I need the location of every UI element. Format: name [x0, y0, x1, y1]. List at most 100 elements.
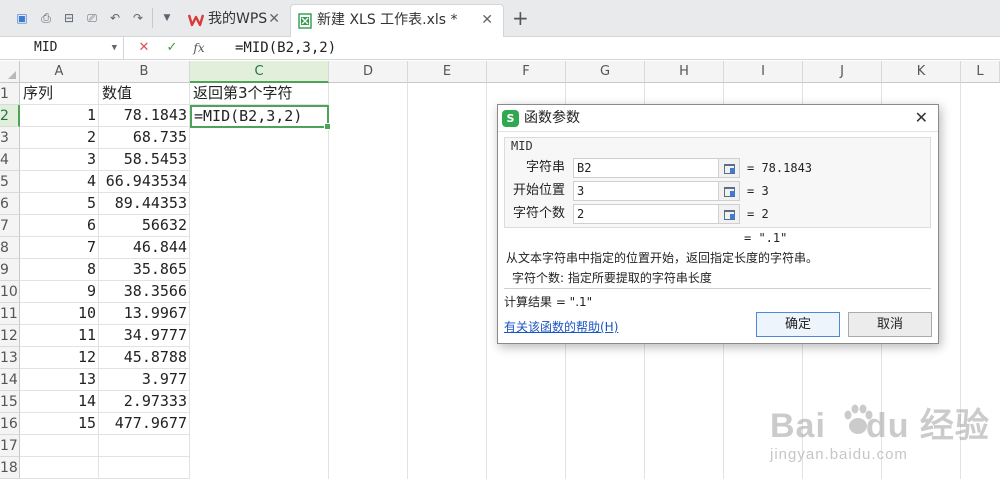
column-header-f[interactable]: F — [487, 61, 566, 83]
table-cell-value[interactable]: 68.735 — [99, 127, 190, 149]
row-header[interactable]: 16 — [0, 413, 20, 435]
cancel-button[interactable]: 取消 — [848, 312, 932, 337]
row-header[interactable]: 15 — [0, 391, 20, 413]
table-cell-index[interactable]: 9 — [20, 281, 99, 303]
column-header-g[interactable]: G — [566, 61, 645, 83]
table-cell-value[interactable]: 45.8788 — [99, 347, 190, 369]
function-help-link[interactable]: 有关该函数的帮助(H) — [504, 318, 618, 335]
table-cell-index[interactable]: 4 — [20, 171, 99, 193]
new-tab-plus-icon[interactable]: + — [512, 6, 529, 30]
row-header[interactable]: 3 — [0, 127, 20, 149]
row-header[interactable]: 12 — [0, 325, 20, 347]
row-header[interactable]: 1 — [0, 83, 20, 105]
table-cell-index[interactable]: 13 — [20, 369, 99, 391]
table-cell-index[interactable]: 15 — [20, 413, 99, 435]
row-header[interactable]: 4 — [0, 149, 20, 171]
chevron-down-icon[interactable]: ▼ — [112, 37, 117, 59]
save-icon[interactable]: ▣ — [14, 10, 30, 26]
column-header-i[interactable]: I — [724, 61, 803, 83]
customize-dropdown-icon[interactable]: ▼ — [159, 10, 175, 26]
table-cell-value[interactable]: 477.9677 — [99, 413, 190, 435]
row-header[interactable]: 6 — [0, 193, 20, 215]
column-header-h[interactable]: H — [645, 61, 724, 83]
name-box[interactable]: MID ▼ — [0, 37, 124, 59]
close-tab-icon[interactable]: ✕ — [481, 5, 493, 35]
table-cell-value[interactable]: 35.865 — [99, 259, 190, 281]
range-picker-icon[interactable] — [718, 181, 740, 201]
insert-function-icon[interactable]: fx — [190, 40, 208, 56]
table-cell-value[interactable]: 13.9967 — [99, 303, 190, 325]
arg-input-count[interactable]: 2 — [573, 204, 719, 224]
column-header-b[interactable]: B — [99, 61, 190, 83]
table-cell-value[interactable]: 66.943534 — [99, 171, 190, 193]
arg-input-text[interactable]: B2 — [573, 158, 719, 178]
ok-button[interactable]: 确定 — [756, 312, 840, 337]
table-cell-index[interactable]: 3 — [20, 149, 99, 171]
table-cell-index[interactable]: 14 — [20, 391, 99, 413]
output-icon[interactable]: ⎙ — [38, 10, 54, 26]
range-picker-icon[interactable] — [718, 204, 740, 224]
tab-my-wps[interactable]: 我的WPS ✕ — [182, 4, 290, 37]
active-cell-c2[interactable]: =MID(B2,3,2) — [190, 105, 331, 130]
row-header[interactable]: 18 — [0, 457, 20, 479]
dialog-title-bar[interactable]: S 函数参数 ✕ — [498, 105, 938, 132]
table-cell-value[interactable]: 38.3566 — [99, 281, 190, 303]
preview-icon[interactable]: ⎚ — [84, 10, 100, 26]
table-cell-index[interactable]: 8 — [20, 259, 99, 281]
row-header[interactable]: 5 — [0, 171, 20, 193]
row-header[interactable]: 17 — [0, 435, 20, 457]
redo-icon[interactable]: ↷ — [130, 10, 146, 26]
row-header[interactable]: 13 — [0, 347, 20, 369]
print-icon[interactable]: ⊟ — [61, 10, 77, 26]
empty-cell[interactable] — [99, 457, 190, 479]
table-cell-value[interactable]: 46.844 — [99, 237, 190, 259]
table-cell-value[interactable]: 78.1843 — [99, 105, 190, 127]
cell-b1[interactable]: 数值 — [99, 83, 190, 105]
column-header-j[interactable]: J — [803, 61, 882, 83]
table-cell-value[interactable]: 89.44353 — [99, 193, 190, 215]
table-cell-index[interactable]: 5 — [20, 193, 99, 215]
undo-icon[interactable]: ↶ — [107, 10, 123, 26]
table-cell-index[interactable]: 11 — [20, 325, 99, 347]
table-cell-index[interactable]: 1 — [20, 105, 99, 127]
select-all-corner[interactable] — [0, 61, 20, 83]
empty-cell[interactable] — [20, 435, 99, 457]
column-header-a[interactable]: A — [20, 61, 99, 83]
row-header[interactable]: 2 — [0, 105, 20, 127]
table-cell-value[interactable]: 3.977 — [99, 369, 190, 391]
row-header[interactable]: 7 — [0, 215, 20, 237]
row-header[interactable]: 10 — [0, 281, 20, 303]
row-header[interactable]: 8 — [0, 237, 20, 259]
range-picker-icon[interactable] — [718, 158, 740, 178]
cell-c1[interactable]: 返回第3个字符 — [190, 83, 329, 105]
row-header[interactable]: 14 — [0, 369, 20, 391]
row-header[interactable]: 11 — [0, 303, 20, 325]
table-cell-value[interactable]: 58.5453 — [99, 149, 190, 171]
tab-spreadsheet[interactable]: 新建 XLS 工作表.xls * ✕ — [290, 4, 504, 37]
confirm-formula-icon[interactable]: ✓ — [163, 40, 181, 56]
row-header[interactable]: 9 — [0, 259, 20, 281]
close-tab-icon[interactable]: ✕ — [268, 4, 280, 34]
table-cell-value[interactable]: 56632 — [99, 215, 190, 237]
arg-input-start[interactable]: 3 — [573, 181, 719, 201]
column-header-c[interactable]: C — [190, 61, 329, 83]
cancel-formula-icon[interactable]: ✕ — [135, 40, 153, 56]
cell-a1[interactable]: 序列 — [20, 83, 99, 105]
arg-result-text: = 78.1843 — [747, 161, 813, 175]
table-cell-value[interactable]: 2.97333 — [99, 391, 190, 413]
table-cell-index[interactable]: 12 — [20, 347, 99, 369]
formula-input[interactable]: =MID(B2,3,2) — [235, 37, 336, 59]
baidu-jingyan-watermark: Bai du 经验 jingyan.baidu.com — [762, 398, 992, 478]
table-cell-index[interactable]: 6 — [20, 215, 99, 237]
empty-cell[interactable] — [99, 435, 190, 457]
table-cell-index[interactable]: 2 — [20, 127, 99, 149]
table-cell-index[interactable]: 10 — [20, 303, 99, 325]
column-header-d[interactable]: D — [329, 61, 408, 83]
table-cell-index[interactable]: 7 — [20, 237, 99, 259]
empty-cell[interactable] — [20, 457, 99, 479]
column-header-e[interactable]: E — [408, 61, 487, 83]
column-header-l[interactable]: L — [961, 61, 1000, 83]
close-icon[interactable]: ✕ — [915, 108, 928, 127]
table-cell-value[interactable]: 34.9777 — [99, 325, 190, 347]
column-header-k[interactable]: K — [882, 61, 961, 83]
